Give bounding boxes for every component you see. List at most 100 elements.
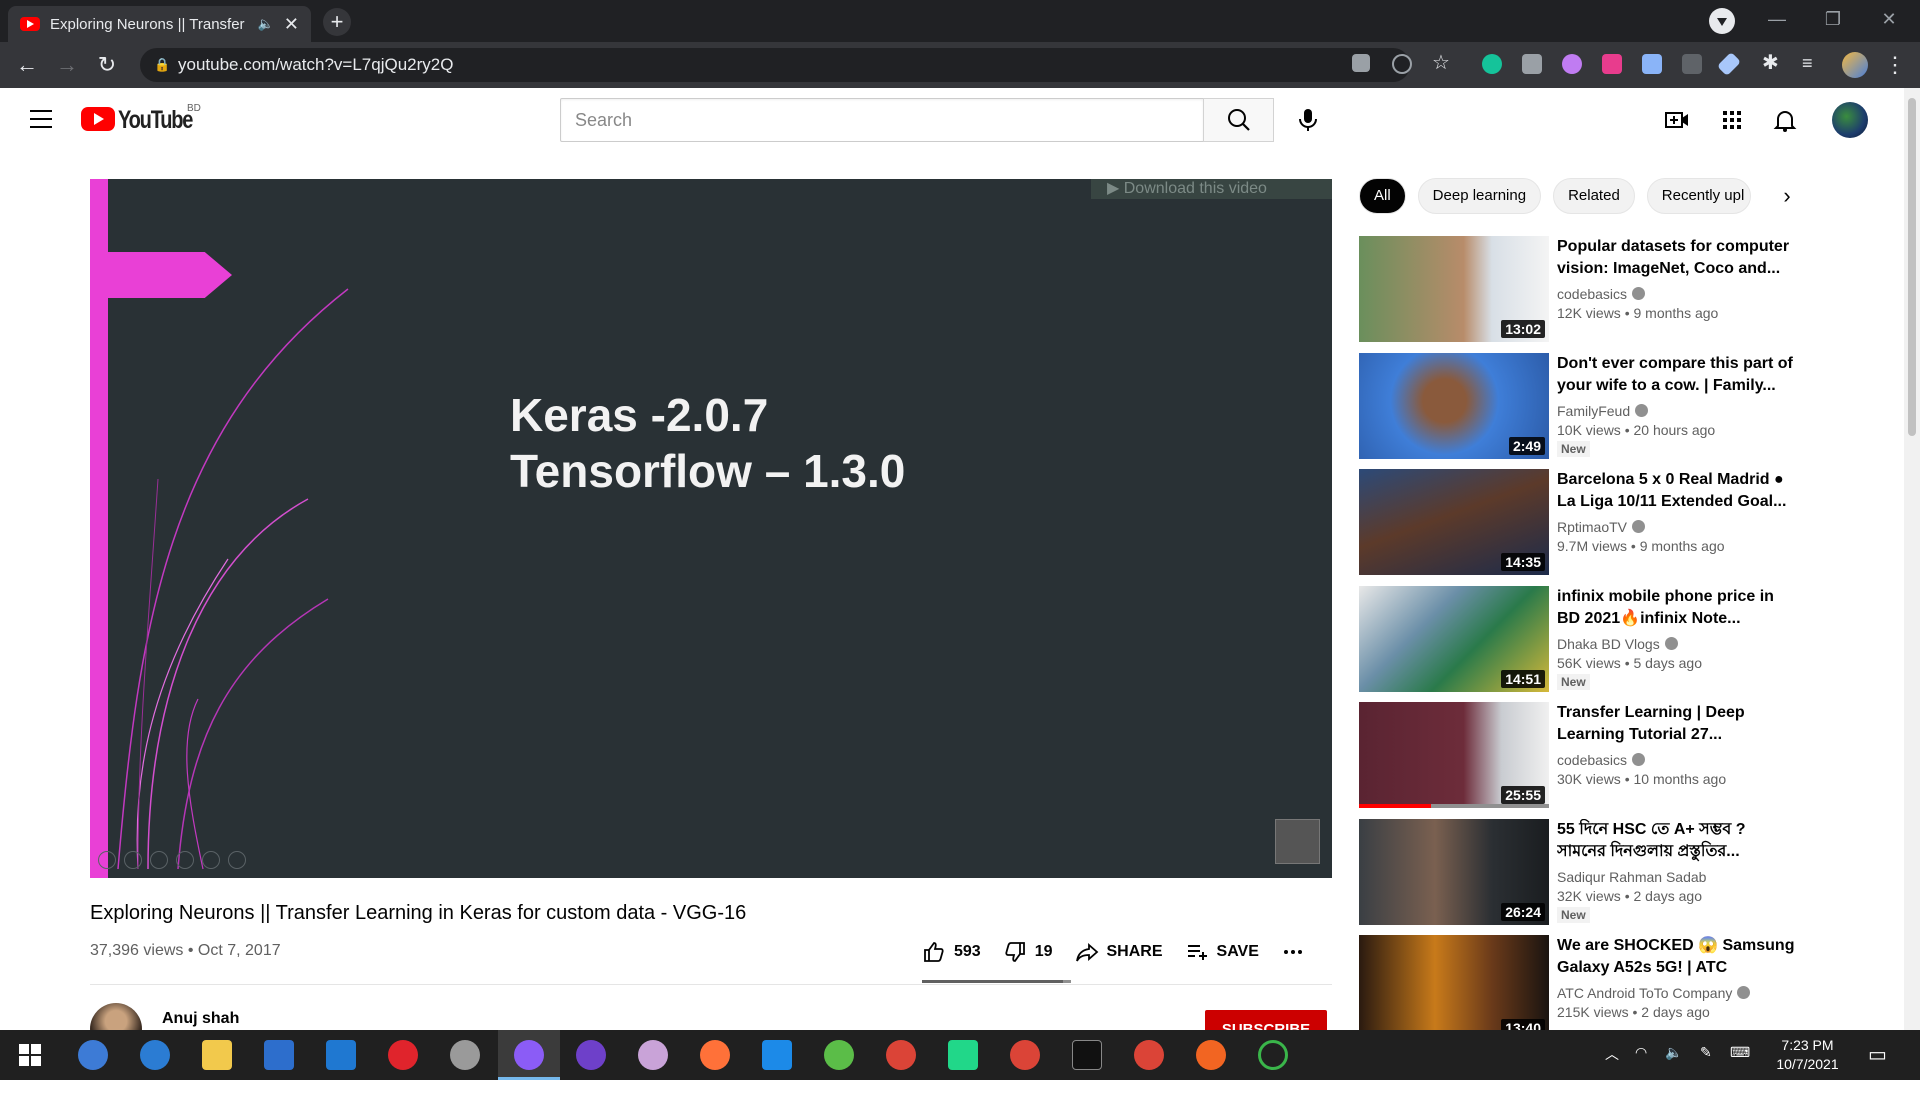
chip-all[interactable]: All [1359, 178, 1406, 214]
messenger-icon[interactable] [514, 1040, 544, 1070]
restore-icon[interactable]: ❐ [1806, 0, 1860, 42]
address-bar[interactable]: 🔒 youtube.com/watch?v=L7qjQu2ry2Q [140, 48, 1410, 82]
browser-tab[interactable]: Exploring Neurons || Transfer 🔈 ✕ [8, 6, 311, 42]
rec-title[interactable]: We are SHOCKED 😱 Samsung Galaxy A52s 5G!… [1557, 935, 1797, 979]
app-icon[interactable] [78, 1040, 108, 1070]
opera-browser-icon[interactable] [388, 1040, 418, 1070]
speaker-icon[interactable]: 🔈 [258, 16, 274, 32]
youtube-logo-icon[interactable] [81, 107, 115, 131]
rec-item[interactable]: 2:49 Don't ever compare this part of you… [1359, 352, 1799, 470]
channel-name[interactable]: Anuj shah [162, 1010, 239, 1028]
search-button[interactable] [1203, 98, 1274, 142]
search-input[interactable]: Search [560, 98, 1204, 142]
terminal-icon[interactable] [1072, 1040, 1102, 1070]
vscode-icon[interactable] [762, 1040, 792, 1070]
video-thumbnail[interactable]: 25:55 [1359, 702, 1549, 808]
next-slide-icon[interactable] [124, 851, 142, 869]
rec-channel[interactable]: Sadiqur Rahman Sadab [1557, 869, 1797, 885]
rec-channel[interactable]: Dhaka BD Vlogs [1557, 636, 1797, 652]
rec-title[interactable]: Barcelona 5 x 0 Real Madrid ● La Liga 10… [1557, 469, 1797, 513]
postman-icon[interactable] [1196, 1040, 1226, 1070]
youtube-wordmark[interactable]: YouTube [118, 106, 193, 135]
page-scrollbar[interactable] [1904, 88, 1920, 1030]
bookmark-star-icon[interactable]: ☆ [1432, 53, 1452, 74]
file-explorer-icon[interactable] [202, 1040, 232, 1070]
more-slide-icon[interactable] [228, 851, 246, 869]
pen-extension-icon[interactable] [1716, 51, 1742, 77]
pen-icon[interactable] [150, 851, 168, 869]
video-thumbnail[interactable]: 2:49 [1359, 352, 1549, 459]
rec-title[interactable]: 55 দিনে HSC তে A+ সম্ভব ? সামনের দিনগুলা… [1557, 819, 1797, 863]
back-icon[interactable]: ← [12, 50, 42, 80]
close-tab-icon[interactable]: ✕ [284, 14, 299, 35]
pycharm-icon[interactable] [948, 1040, 978, 1070]
more-actions-button[interactable] [1281, 940, 1313, 964]
install-app-icon[interactable] [1352, 54, 1370, 72]
rec-item[interactable]: 25:55 Transfer Learning | Deep Learning … [1359, 702, 1799, 819]
share-button[interactable]: SHARE [1075, 940, 1163, 964]
new-tab-button[interactable]: + [323, 8, 351, 36]
rec-title[interactable]: Don't ever compare this part of your wif… [1557, 353, 1797, 397]
notifications-bell-icon[interactable] [1771, 106, 1799, 134]
channel-watermark[interactable] [1275, 819, 1320, 864]
rec-item[interactable]: 13:02 Popular datasets for computer visi… [1359, 236, 1799, 353]
video-player[interactable]: Keras -2.0.7 Tensorflow – 1.3.0 ▶ Downlo… [90, 179, 1332, 878]
slides-icon[interactable] [176, 851, 194, 869]
rec-title[interactable]: infinix mobile phone price in BD 2021🔥in… [1557, 586, 1797, 630]
github-desktop-icon[interactable] [576, 1040, 606, 1070]
windows-start-icon[interactable] [18, 1043, 42, 1067]
rec-title[interactable]: Transfer Learning | Deep Learning Tutori… [1557, 702, 1797, 746]
camera-extension-icon[interactable] [1522, 54, 1542, 74]
app-icon[interactable] [450, 1040, 480, 1070]
rec-channel[interactable]: codebasics [1557, 286, 1797, 302]
dislike-button[interactable]: 19 [1003, 940, 1053, 964]
video-thumbnail[interactable]: 26:24 [1359, 818, 1549, 925]
forward-icon[interactable]: → [52, 50, 82, 80]
app-icon[interactable] [824, 1040, 854, 1070]
rec-item[interactable]: 26:24 55 দিনে HSC তে A+ সম্ভব ? সামনের দ… [1359, 818, 1799, 936]
firefox-icon[interactable] [700, 1040, 730, 1070]
download-video-banner[interactable]: ▶ Download this video [1091, 179, 1332, 199]
tray-chevron-icon[interactable]: ︿ [1605, 1044, 1619, 1094]
like-button[interactable]: 593 [922, 940, 981, 964]
chip-recently-uploaded[interactable]: Recently upl [1646, 178, 1751, 214]
mail-icon[interactable] [326, 1040, 356, 1070]
play-extension-icon[interactable] [1602, 54, 1622, 74]
download-extension-icon[interactable] [1642, 54, 1662, 74]
reload-icon[interactable]: ↻ [92, 50, 122, 80]
video-thumbnail[interactable]: 14:35 [1359, 469, 1549, 575]
chrome-icon[interactable] [1010, 1040, 1040, 1070]
chrome-icon[interactable] [1134, 1040, 1164, 1070]
chevron-right-icon[interactable]: › [1774, 183, 1800, 209]
zoom-icon[interactable] [1392, 54, 1412, 74]
rec-channel[interactable]: FamilyFeud [1557, 403, 1797, 419]
video-thumbnail[interactable]: 14:51 [1359, 585, 1549, 692]
grammarly-extension-icon[interactable] [1482, 54, 1502, 74]
app-icon[interactable] [1258, 1040, 1288, 1070]
tab-search-icon[interactable] [1709, 8, 1735, 34]
puzzle-extensions-icon[interactable]: ✱ [1762, 53, 1782, 74]
pen-tray-icon[interactable]: ✎ [1700, 1044, 1712, 1094]
voice-search-button[interactable] [1288, 100, 1328, 140]
network-icon[interactable]: ◠ [1635, 1044, 1647, 1094]
account-avatar[interactable] [1832, 102, 1868, 138]
chrome-menu-icon[interactable]: ⋮ [1880, 50, 1910, 80]
profile-avatar-icon[interactable] [1842, 52, 1868, 78]
video-thumbnail[interactable]: 13:40 [1359, 935, 1549, 1041]
prev-slide-icon[interactable] [98, 851, 116, 869]
paint-icon[interactable] [638, 1040, 668, 1070]
extension-icon[interactable] [1682, 54, 1702, 74]
rec-title[interactable]: Popular datasets for computer vision: Im… [1557, 236, 1797, 280]
store-icon[interactable] [264, 1040, 294, 1070]
edge-browser-icon[interactable] [140, 1040, 170, 1070]
chrome-icon[interactable] [886, 1040, 916, 1070]
action-center-icon[interactable]: ▭ [1868, 1042, 1887, 1092]
rec-item[interactable]: 14:35 Barcelona 5 x 0 Real Madrid ● La L… [1359, 469, 1799, 586]
extension-icon[interactable] [1562, 54, 1582, 74]
video-thumbnail[interactable]: 13:02 [1359, 236, 1549, 342]
chip-deep-learning[interactable]: Deep learning [1417, 178, 1542, 214]
rec-channel[interactable]: ATC Android ToTo Company [1557, 985, 1797, 1001]
keyboard-icon[interactable]: ⌨ [1730, 1044, 1750, 1094]
chip-related[interactable]: Related [1553, 178, 1635, 214]
rec-channel[interactable]: codebasics [1557, 752, 1797, 768]
